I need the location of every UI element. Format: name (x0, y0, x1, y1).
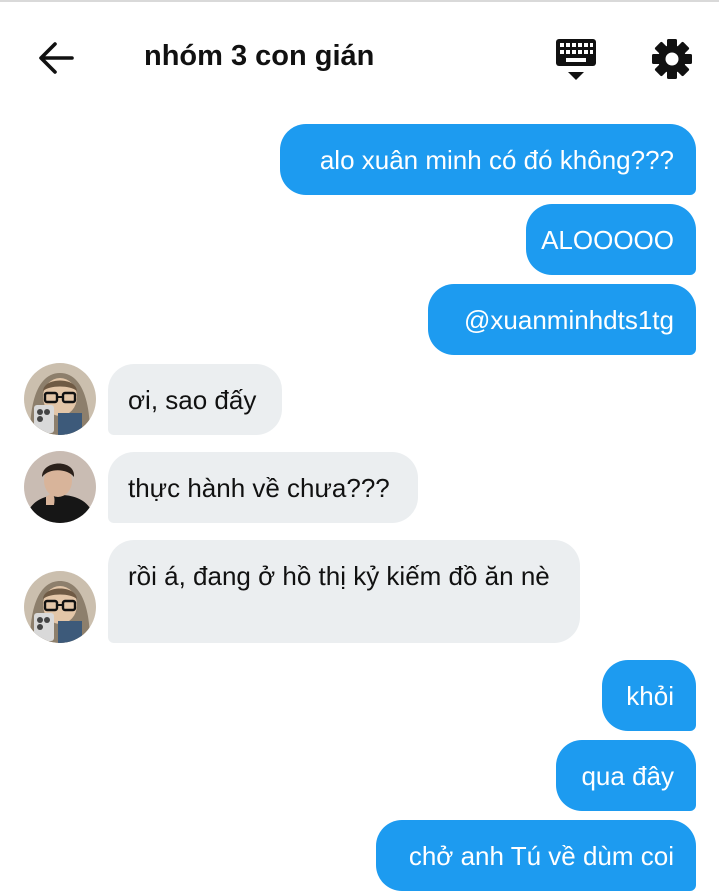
message-text: @xuanminhdts1tg (464, 304, 674, 335)
message-bubble-outgoing[interactable]: alo xuân minh có đó không??? (280, 124, 696, 195)
arrow-left-icon (39, 42, 74, 74)
message-text: ALOOOOO (541, 224, 674, 255)
message-bubble-outgoing[interactable]: qua đây (556, 740, 696, 811)
message-bubble-outgoing[interactable]: khỏi (602, 660, 696, 731)
message-bubble-outgoing[interactable]: ALOOOOO (526, 204, 696, 275)
message-text: ơi, sao đấy (128, 384, 257, 415)
avatar-hood-glasses-image (24, 363, 96, 435)
message-bubble-outgoing[interactable]: @xuanminhdts1tg (428, 284, 696, 355)
message-bubble-incoming[interactable]: thực hành về chưa??? (108, 452, 418, 523)
message-text: qua đây (581, 760, 674, 791)
message-text: khỏi (626, 680, 674, 711)
avatar[interactable] (24, 363, 96, 435)
keyboard-toggle-button[interactable] (552, 36, 600, 82)
message-text: rồi á, đang ở hồ thị kỷ kiếm đồ ăn nè (128, 561, 550, 591)
message-text: thực hành về chưa??? (128, 472, 390, 503)
settings-button[interactable] (648, 35, 696, 83)
message-text: alo xuân minh có đó không??? (319, 144, 674, 175)
avatar[interactable] (24, 451, 96, 523)
gear-icon (652, 39, 692, 79)
message-bubble-incoming[interactable]: rồi á, đang ở hồ thị kỷ kiếm đồ ăn nè (108, 540, 580, 643)
message-bubble-incoming[interactable]: ơi, sao đấy (108, 364, 282, 435)
avatar[interactable] (24, 571, 96, 643)
chat-header: nhóm 3 con gián (0, 2, 719, 110)
back-button[interactable] (34, 38, 78, 78)
message-bubble-outgoing[interactable]: chở anh Tú về dùm coi (376, 820, 696, 891)
keyboard-hide-icon (556, 39, 596, 80)
avatar-dark-shirt-image (24, 451, 96, 523)
avatar-hood-glasses-image (24, 571, 96, 643)
message-text: chở anh Tú về dùm coi (408, 840, 674, 871)
conversation-title: nhóm 3 con gián (144, 40, 375, 72)
